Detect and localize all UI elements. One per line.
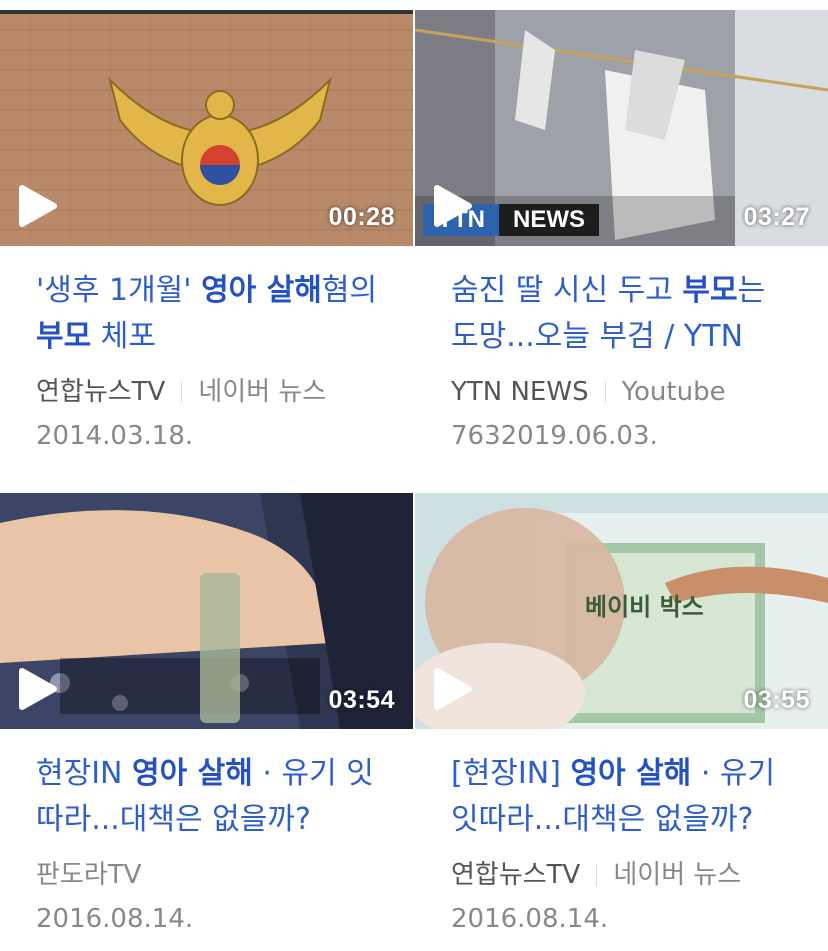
- title-text: 체포: [91, 319, 156, 354]
- meta-divider: [181, 381, 183, 403]
- news-label: NEWS: [499, 204, 599, 236]
- video-platform: Youtube: [621, 377, 726, 407]
- video-source: 판도라TV: [36, 860, 142, 890]
- video-platform: 네이버 뉴스: [613, 860, 742, 890]
- video-card[interactable]: 03:54 현장IN 영아 살해 · 유기 잇따라...대책은 없을까? 판도라…: [0, 493, 413, 939]
- video-card[interactable]: 00:28 '생후 1개월' 영아 살해혐의 부모 체포 연합뉴스TV 네이버 뉴…: [0, 10, 413, 456]
- video-meta: YTN NEWS Youtube: [451, 372, 828, 412]
- video-card[interactable]: 베이비 박스 03:55 [현장IN] 영아 살해 · 유기 잇따라...대책은…: [415, 493, 828, 939]
- video-source: 연합뉴스TV: [36, 377, 166, 407]
- title-text: 혐의: [321, 273, 378, 308]
- video-date: 2019.06.03.: [500, 421, 658, 451]
- video-meta: 연합뉴스TV 네이버 뉴스: [451, 855, 828, 895]
- play-icon: [19, 668, 57, 710]
- play-icon: [434, 185, 472, 227]
- video-duration: 03:54: [328, 686, 395, 714]
- video-date: 2014.03.18.: [36, 421, 194, 451]
- title-keyword-highlight: 영아 살해: [570, 756, 692, 791]
- video-date: 2016.08.14.: [36, 904, 194, 934]
- video-title[interactable]: [현장IN] 영아 살해 · 유기 잇따라...대책은 없을까?: [451, 751, 794, 843]
- video-source: YTN NEWS: [451, 377, 589, 407]
- video-date-row: 7632019.06.03.: [451, 416, 828, 456]
- title-keyword-highlight: 영아 살해: [132, 756, 253, 791]
- video-card[interactable]: YTN NEWS 03:27 숨진 딸 시신 두고 부모는 도망...오늘 부검…: [415, 10, 828, 456]
- video-platform: 네이버 뉴스: [198, 377, 327, 407]
- video-meta: 연합뉴스TV 네이버 뉴스: [36, 372, 413, 412]
- video-thumbnail[interactable]: 00:28: [0, 10, 413, 246]
- video-duration: 03:27: [743, 203, 810, 231]
- title-keyword-highlight: 부모: [36, 319, 92, 354]
- video-views: 763: [451, 421, 501, 451]
- video-duration: 00:28: [328, 203, 395, 231]
- video-thumbnail[interactable]: 베이비 박스 03:55: [415, 493, 828, 729]
- video-thumbnail[interactable]: YTN NEWS 03:27: [415, 10, 828, 246]
- title-keyword-highlight: 부모: [682, 273, 738, 308]
- baby-box-sign: 베이비 박스: [585, 593, 704, 621]
- video-thumbnail[interactable]: 03:54: [0, 493, 413, 729]
- title-text: 현장IN: [36, 756, 133, 791]
- title-text: [현장IN]: [451, 756, 571, 791]
- play-icon: [19, 185, 57, 227]
- video-date: 2016.08.14.: [451, 904, 609, 934]
- meta-divider: [596, 864, 598, 886]
- video-results-grid: 00:28 '생후 1개월' 영아 살해혐의 부모 체포 연합뉴스TV 네이버 뉴…: [0, 0, 828, 951]
- video-title[interactable]: 숨진 딸 시신 두고 부모는 도망...오늘 부검 / YTN: [451, 268, 794, 360]
- video-meta: 판도라TV: [36, 855, 413, 895]
- video-title[interactable]: 현장IN 영아 살해 · 유기 잇따라...대책은 없을까?: [36, 751, 379, 843]
- video-title[interactable]: '생후 1개월' 영아 살해혐의 부모 체포: [36, 268, 379, 360]
- title-text: 숨진 딸 시신 두고: [451, 273, 683, 308]
- meta-divider: [604, 381, 606, 403]
- video-source: 연합뉴스TV: [451, 860, 581, 890]
- title-text: '생후 1개월': [36, 273, 202, 308]
- play-icon: [434, 668, 472, 710]
- video-duration: 03:55: [743, 686, 810, 714]
- title-keyword-highlight: 영아 살해: [201, 273, 322, 308]
